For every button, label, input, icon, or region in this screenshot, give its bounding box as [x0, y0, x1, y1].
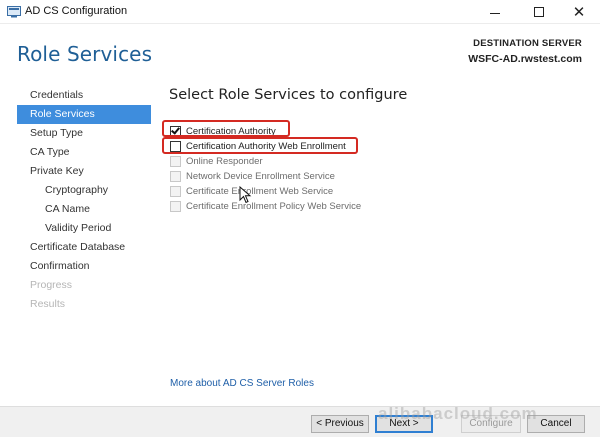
sidebar-item-ca-name[interactable]: CA Name — [17, 200, 151, 219]
section-heading: Select Role Services to configure — [169, 87, 408, 103]
highlight-box-certification-authority — [162, 120, 290, 137]
sidebar-item-setup-type[interactable]: Setup Type — [17, 124, 151, 143]
minimize-icon — [490, 12, 500, 14]
window-title: AD CS Configuration — [25, 5, 128, 17]
checkbox-online-responder — [170, 156, 181, 167]
role-label: Online Responder — [186, 156, 263, 167]
sidebar-item-certificate-database[interactable]: Certificate Database — [17, 238, 151, 257]
sidebar-item-role-services[interactable]: Role Services — [17, 105, 151, 124]
sidebar-item-ca-type[interactable]: CA Type — [17, 143, 151, 162]
page-title: Role Services — [17, 42, 153, 66]
app-icon — [7, 6, 21, 18]
destination-server-value: WSFC-AD.rwstest.com — [468, 53, 582, 65]
watermark: alibabacloud.com — [378, 404, 538, 423]
sidebar-item-confirmation[interactable]: Confirmation — [17, 257, 151, 276]
role-label: Certificate Enrollment Policy Web Servic… — [186, 201, 362, 212]
role-online-responder: Online Responder — [170, 154, 361, 169]
close-icon: ✕ — [572, 3, 586, 21]
previous-button[interactable]: < Previous — [311, 415, 369, 433]
role-enrollment-web-service: Certificate Enrollment Web Service — [170, 184, 361, 199]
maximize-icon — [534, 7, 544, 17]
checkbox-enrollment-policy-web-service — [170, 201, 181, 212]
sidebar-item-credentials[interactable]: Credentials — [17, 86, 151, 105]
sidebar-item-validity-period[interactable]: Validity Period — [17, 219, 151, 238]
maximize-button[interactable] — [518, 0, 560, 24]
checkbox-ndes — [170, 171, 181, 182]
checkbox-enrollment-web-service — [170, 186, 181, 197]
role-ndes: Network Device Enrollment Service — [170, 169, 361, 184]
sidebar-item-cryptography[interactable]: Cryptography — [17, 181, 151, 200]
destination-server-label: DESTINATION SERVER — [473, 38, 582, 49]
role-enrollment-policy-web-service: Certificate Enrollment Policy Web Servic… — [170, 199, 361, 214]
minimize-button[interactable] — [474, 0, 516, 24]
more-about-roles-link[interactable]: More about AD CS Server Roles — [170, 378, 314, 389]
mouse-pointer-icon — [239, 186, 252, 204]
sidebar-item-results: Results — [30, 298, 66, 310]
sidebar-item-progress: Progress — [30, 279, 73, 291]
close-button[interactable]: ✕ — [558, 0, 600, 24]
sidebar-item-private-key[interactable]: Private Key — [17, 162, 151, 181]
wizard-sidebar: Credentials Role Services Setup Type CA … — [17, 86, 151, 314]
highlight-box-web-enrollment — [162, 137, 358, 154]
role-label: Network Device Enrollment Service — [186, 171, 335, 182]
role-label: Certificate Enrollment Web Service — [186, 186, 334, 197]
title-bar: AD CS Configuration ✕ — [0, 0, 600, 24]
